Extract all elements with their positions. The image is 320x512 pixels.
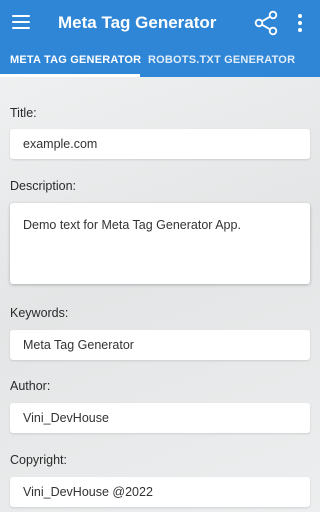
description-input[interactable]: Demo text for Meta Tag Generator App. [10,203,310,284]
description-label: Description: [10,179,76,193]
title-input[interactable]: example.com [10,129,310,159]
keywords-input[interactable]: Meta Tag Generator [10,330,310,360]
copyright-label: Copyright: [10,453,67,467]
tab-meta-tag-generator[interactable]: META TAG GENERATOR [10,46,141,77]
app-bar: Meta Tag Generator [0,0,320,46]
author-input[interactable]: Vini_DevHouse [10,403,310,433]
share-icon[interactable] [254,10,278,36]
app-title: Meta Tag Generator [58,13,217,32]
copyright-input[interactable]: Vini_DevHouse @2022 [10,477,310,507]
menu-icon[interactable] [12,15,30,29]
tab-bar: META TAG GENERATOR ROBOTS.TXT GENERATOR [0,46,320,77]
tab-robots-txt-generator[interactable]: ROBOTS.TXT GENERATOR [148,46,295,77]
author-label: Author: [10,379,51,393]
form-content: Title: example.com Description: Demo tex… [0,77,320,512]
keywords-label: Keywords: [10,306,69,320]
more-options-icon[interactable] [297,14,303,32]
title-label: Title: [10,106,37,120]
